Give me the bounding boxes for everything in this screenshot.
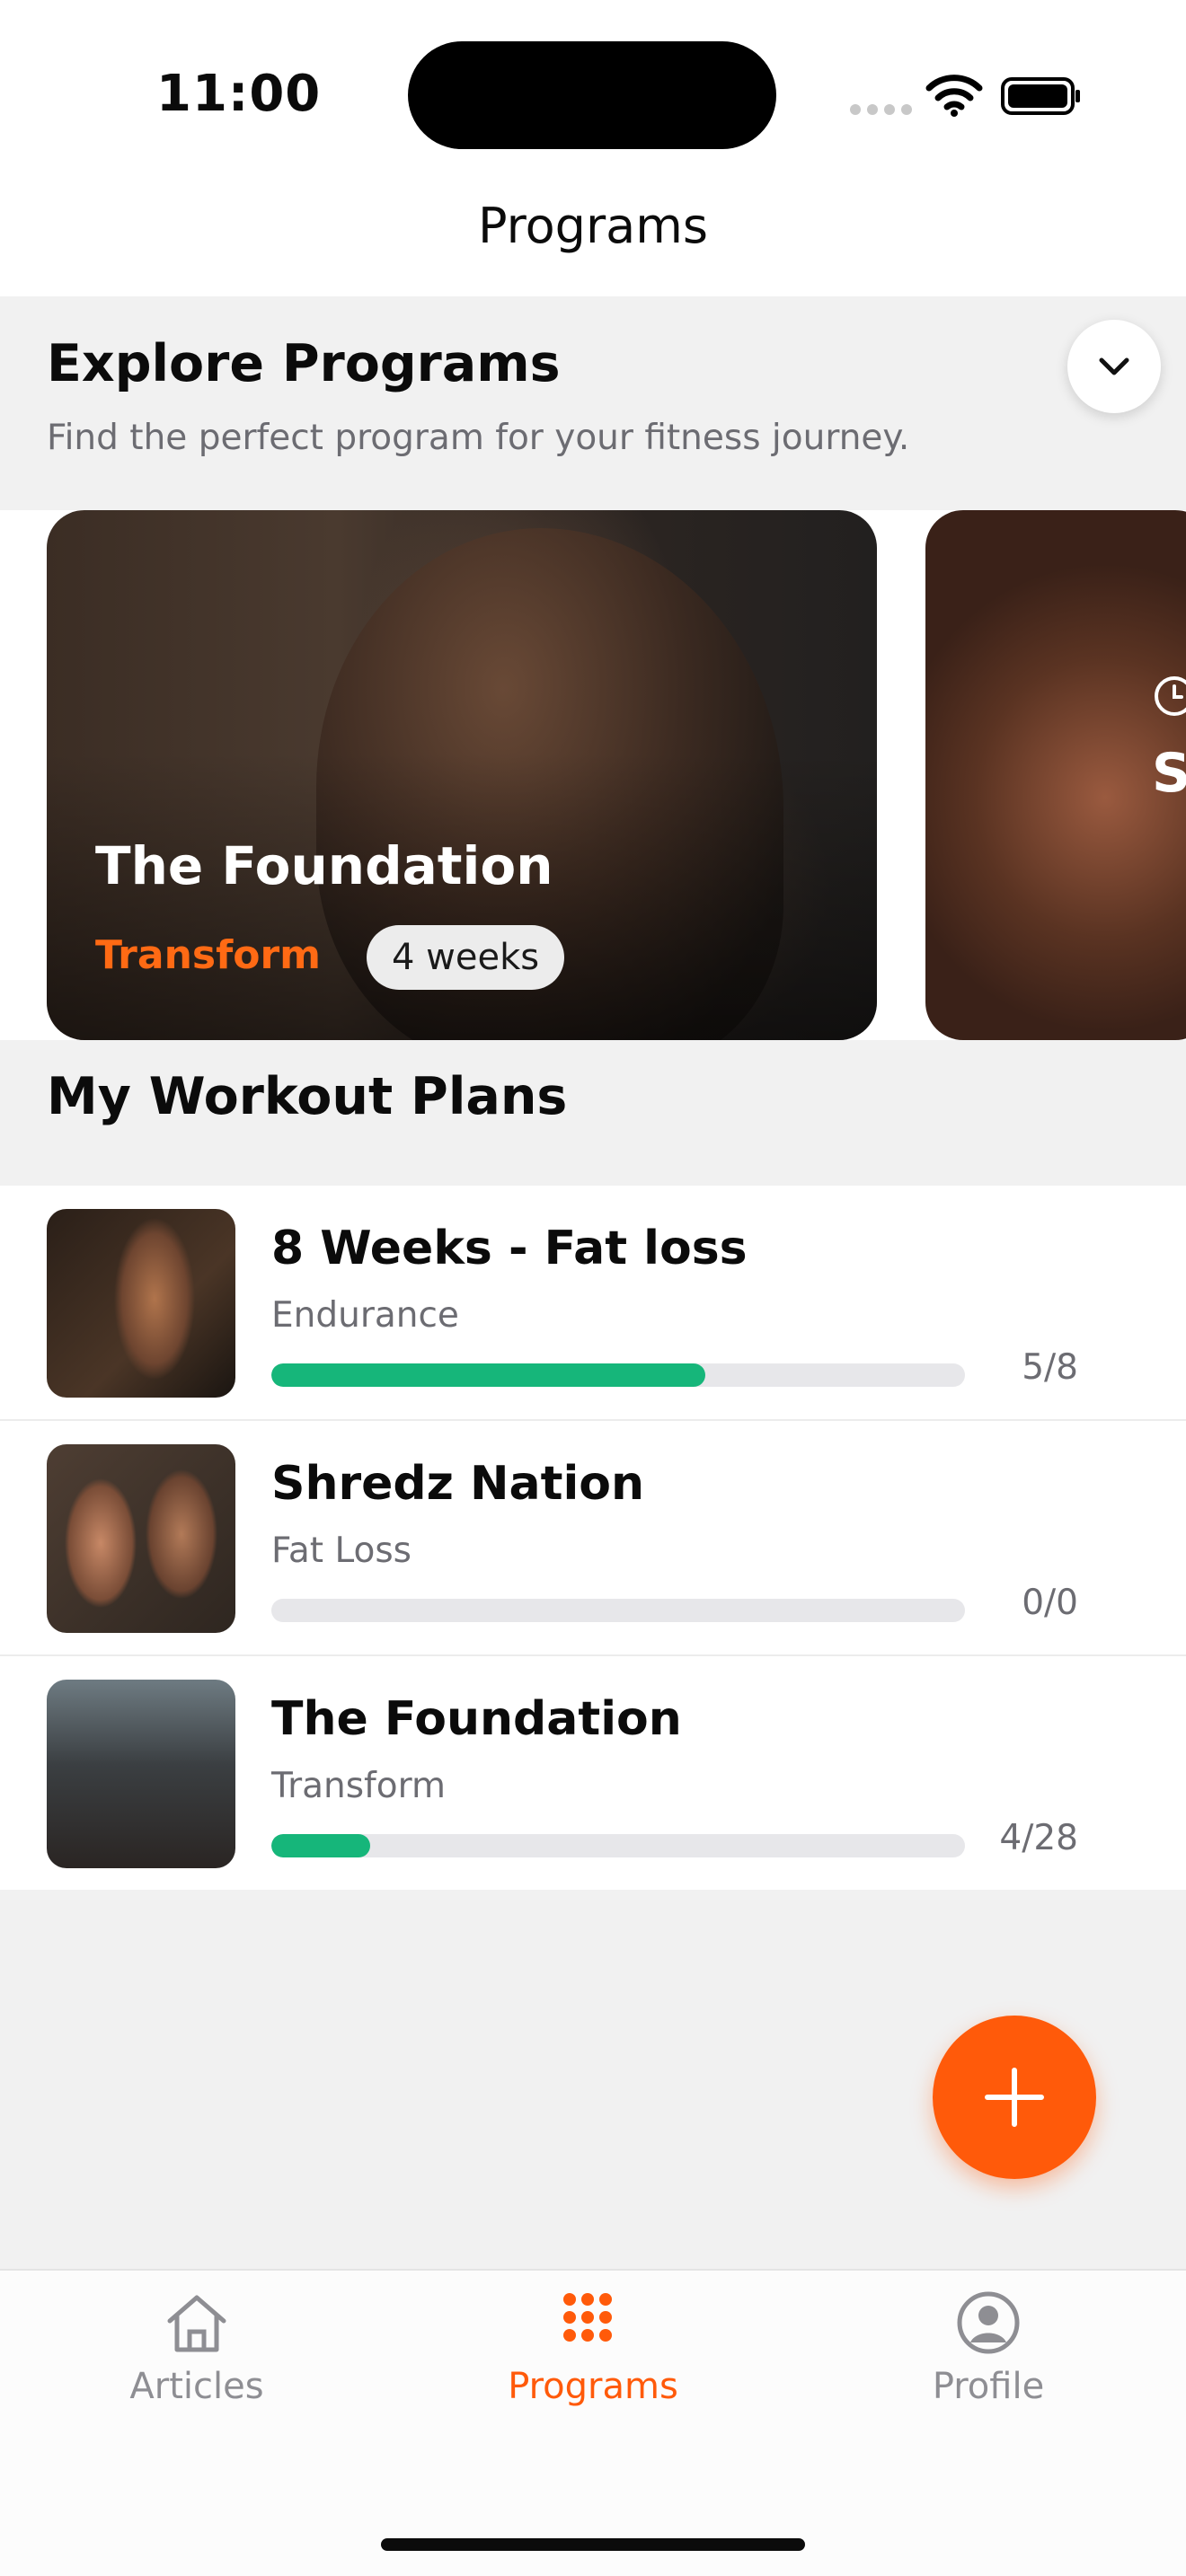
plan-progress-bar (271, 1834, 965, 1857)
featured-card-title: The Foundation (95, 835, 553, 896)
page-title: Programs (478, 198, 708, 254)
plan-progress-count: 4/28 (999, 1818, 1078, 1858)
workout-plan-row[interactable]: 8 Weeks - Fat loss Endurance 5/8 (0, 1186, 1186, 1421)
plan-category: Endurance (271, 1295, 459, 1336)
featured-card-category: Transform (95, 932, 322, 978)
home-icon (167, 2295, 226, 2352)
workout-plan-row[interactable]: The Foundation Transform 4/28 (0, 1656, 1186, 1892)
my-workout-plans-heading: My Workout Plans (47, 1067, 568, 1126)
status-time: 11:00 (156, 65, 322, 123)
plan-name: 8 Weeks - Fat loss (271, 1222, 748, 1275)
tab-articles[interactable]: Articles (62, 2287, 332, 2407)
plan-category: Fat Loss (271, 1531, 412, 1571)
workout-plans-list: 8 Weeks - Fat loss Endurance 5/8 Shredz … (0, 1186, 1186, 1890)
plan-name: Shredz Nation (271, 1457, 645, 1511)
wifi-icon (925, 75, 983, 117)
collapse-button[interactable] (1067, 320, 1161, 413)
plan-thumbnail (47, 1680, 235, 1868)
plan-progress-count: 0/0 (1022, 1583, 1078, 1623)
workout-plan-row[interactable]: Shredz Nation Fat Loss 0/0 (0, 1421, 1186, 1656)
plan-progress-count: 5/8 (1022, 1347, 1078, 1388)
home-indicator (381, 2538, 805, 2551)
explore-programs-heading: Explore Programs (47, 334, 561, 393)
featured-program-card-next[interactable]: S (925, 510, 1186, 1040)
plus-icon (985, 2068, 1044, 2127)
add-plan-button[interactable] (933, 2016, 1096, 2179)
grid-icon (563, 2293, 612, 2342)
tab-profile[interactable]: Profile (854, 2287, 1123, 2407)
tab-label: Programs (508, 2366, 678, 2407)
cellular-signal-icon (850, 104, 912, 115)
tab-label: Profile (932, 2366, 1045, 2407)
plan-progress-bar (271, 1599, 965, 1622)
duration-badge: 4 weeks (367, 925, 565, 990)
plan-name: The Foundation (271, 1692, 682, 1746)
tab-programs[interactable]: Programs (458, 2287, 728, 2407)
dynamic-island (408, 41, 776, 149)
plan-category: Transform (271, 1766, 446, 1806)
tab-label: Articles (129, 2366, 264, 2407)
battery-icon (1001, 77, 1080, 115)
featured-program-card[interactable]: The Foundation Transform 4 weeks (47, 510, 877, 1040)
clock-icon (1155, 676, 1186, 716)
profile-icon (957, 2291, 1020, 2354)
plan-progress-bar (271, 1363, 965, 1387)
explore-programs-subtitle: Find the perfect program for your fitnes… (47, 418, 910, 458)
plan-thumbnail (47, 1209, 235, 1398)
plan-thumbnail (47, 1444, 235, 1633)
featured-card-title: S (1152, 742, 1186, 805)
chevron-down-icon (1099, 357, 1129, 375)
